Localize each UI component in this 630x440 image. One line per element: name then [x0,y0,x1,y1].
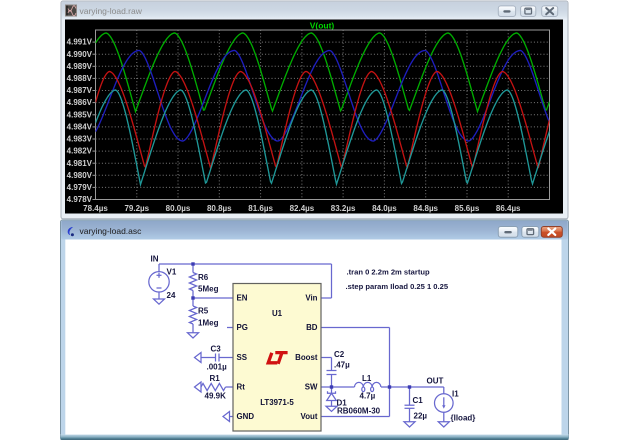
svg-text:.tran 0 2.2m 2m startup: .tran 0 2.2m 2m startup [347,268,430,277]
svg-text:BD: BD [306,323,318,332]
svg-text:1Meg: 1Meg [198,319,219,328]
svg-text:IN: IN [151,255,159,264]
svg-text:.step param Iload 0.25 1 0.25: .step param Iload 0.25 1 0.25 [346,282,449,291]
svg-text:80.8µs: 80.8µs [207,204,232,213]
svg-text:82.4µs: 82.4µs [290,204,315,213]
svg-text:22µ: 22µ [414,412,428,421]
svg-text:I1: I1 [452,390,459,399]
svg-text:V1: V1 [167,268,177,277]
svg-text:C3: C3 [211,345,222,354]
svg-text:.47µ: .47µ [334,361,350,370]
svg-text:83.2µs: 83.2µs [331,204,356,213]
svg-text:SS: SS [237,353,248,362]
svg-text:varying-load.raw: varying-load.raw [80,6,143,16]
svg-text:4.979V: 4.979V [67,183,93,192]
svg-text:84.8µs: 84.8µs [413,204,438,213]
svg-text:RB060M-30: RB060M-30 [337,407,381,416]
svg-text:EN: EN [237,294,248,303]
svg-text:4.989V: 4.989V [67,62,93,71]
svg-text:4.991V: 4.991V [67,38,93,47]
svg-text:C2: C2 [334,350,345,359]
svg-text:PG: PG [237,323,248,332]
svg-text:4.980V: 4.980V [67,171,93,180]
svg-text:Boost: Boost [295,353,318,362]
svg-text:4.984V: 4.984V [67,123,93,132]
svg-text:4.986V: 4.986V [67,98,93,107]
svg-text:C1: C1 [413,396,424,405]
svg-text:Vin: Vin [305,294,317,303]
svg-text:OUT: OUT [427,377,444,386]
svg-text:4.990V: 4.990V [67,50,93,59]
svg-text:L1: L1 [362,374,372,383]
svg-text:49.9K: 49.9K [205,392,227,401]
svg-text:79.2µs: 79.2µs [124,204,149,213]
svg-text:V(out): V(out) [310,20,335,30]
svg-text:4.978V: 4.978V [67,195,93,204]
svg-text:4.7µ: 4.7µ [360,392,376,401]
svg-text:{Iload}: {Iload} [451,414,476,423]
svg-text:SW: SW [305,383,318,392]
svg-text:4.985V: 4.985V [67,110,93,119]
svg-text:U1: U1 [272,309,283,318]
svg-text:varying-load.asc: varying-load.asc [80,226,143,236]
svg-text:78.4µs: 78.4µs [83,204,108,213]
svg-text:4.987V: 4.987V [67,86,93,95]
svg-text:4.988V: 4.988V [67,74,93,83]
svg-text:24: 24 [167,291,176,300]
svg-text:85.6µs: 85.6µs [455,204,480,213]
svg-text:.001µ: .001µ [207,363,228,372]
svg-text:4.982V: 4.982V [67,147,93,156]
svg-text:86.4µs: 86.4µs [496,204,521,213]
svg-text:LT3971-5: LT3971-5 [260,398,294,407]
svg-text:R1: R1 [210,374,221,383]
svg-text:81.6µs: 81.6µs [248,204,273,213]
svg-text:4.981V: 4.981V [67,159,93,168]
svg-text:80.0µs: 80.0µs [166,204,191,213]
svg-text:4.983V: 4.983V [67,135,93,144]
svg-text:R5: R5 [198,307,209,316]
svg-text:R6: R6 [198,273,209,282]
svg-text:GND: GND [237,412,255,421]
svg-text:84.0µs: 84.0µs [372,204,397,213]
svg-text:Vout: Vout [301,412,318,421]
svg-text:Rt: Rt [237,383,246,392]
svg-text:5Meg: 5Meg [198,285,219,294]
